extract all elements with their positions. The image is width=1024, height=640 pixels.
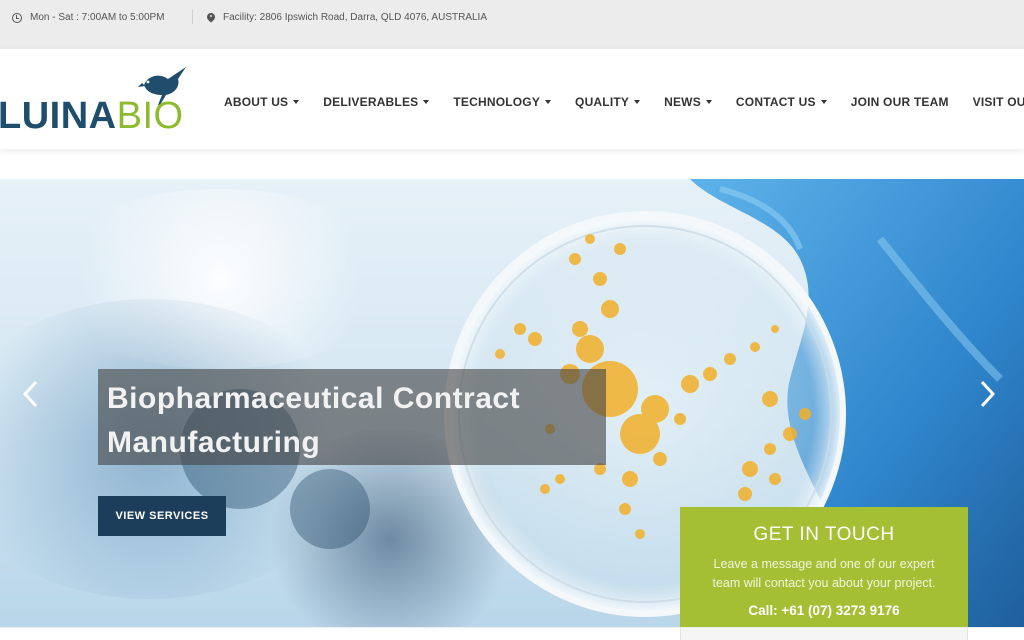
opening-hours-text: Mon - Sat : 7:00AM to 5:00PM (30, 12, 165, 23)
nav-label: VISIT OUR VIRT (972, 95, 1024, 109)
luina-bio-logo[interactable]: LUINABIO (0, 65, 200, 138)
nav-item-technology[interactable]: TECHNOLOGY (453, 95, 552, 109)
page-content-start (0, 627, 1024, 640)
caret-down-icon (820, 100, 827, 104)
chevron-left-icon[interactable] (20, 379, 40, 409)
caret-down-icon (705, 100, 712, 104)
caret-down-icon (545, 100, 552, 104)
hero-caption: Biopharmaceutical Contract Manufacturing (98, 369, 606, 465)
chevron-right-icon[interactable] (978, 379, 998, 409)
opening-hours: Mon - Sat : 7:00AM to 5:00PM (12, 12, 165, 23)
nav-item-news[interactable]: NEWS (664, 95, 712, 109)
get-in-touch-panel[interactable]: GET IN TOUCH Leave a message and one of … (680, 507, 968, 627)
caret-down-icon (293, 100, 300, 104)
view-services-button[interactable]: VIEW SERVICES (98, 496, 226, 536)
divider (192, 10, 193, 24)
nav-label: ABOUT US (224, 95, 289, 109)
logo-text-luina: LUINA (0, 95, 117, 137)
nav-item-contact-us[interactable]: CONTACT US (736, 95, 827, 109)
facility-address-text: Facility: 2806 Ipswich Road, Darra, QLD … (223, 12, 488, 23)
touch-panel-card (680, 628, 968, 640)
caret-down-icon (423, 100, 430, 104)
nav-label: TECHNOLOGY (453, 95, 541, 109)
nav-label: DELIVERABLES (323, 95, 419, 109)
nav-label: QUALITY (575, 95, 630, 109)
nav-label: NEWS (664, 95, 701, 109)
logo-wordmark: LUINABIO (0, 95, 184, 138)
hero-title-line1: Biopharmaceutical Contract (107, 382, 521, 415)
site-header: LUINABIO ABOUT US DELIVERABLES TECHNOLOG… (0, 49, 1024, 149)
get-in-touch-text: Leave a message and one of our expert te… (680, 555, 968, 593)
hero-title-line2: Manufacturing (107, 426, 321, 459)
top-info-bar: Mon - Sat : 7:00AM to 5:00PM Facility: 2… (0, 0, 1024, 49)
main-nav: ABOUT US DELIVERABLES TECHNOLOGY QUALITY… (224, 95, 1024, 109)
get-in-touch-heading: GET IN TOUCH (753, 524, 895, 545)
phone-number-link[interactable]: Call: +61 (07) 3273 9176 (680, 603, 968, 618)
logo-text-bio: BIO (116, 95, 184, 137)
nav-item-visit-our-virtual[interactable]: VISIT OUR VIRT (973, 95, 1024, 109)
nav-label: CONTACT US (735, 95, 816, 109)
caret-down-icon (634, 100, 641, 104)
facility-address: Facility: 2806 Ipswich Road, Darra, QLD … (207, 12, 487, 23)
clock-icon (12, 12, 22, 23)
nav-item-about-us[interactable]: ABOUT US (224, 95, 300, 109)
nav-label: JOIN OUR TEAM (850, 95, 949, 109)
nav-item-join-our-team[interactable]: JOIN OUR TEAM (851, 95, 949, 109)
map-pin-icon (207, 13, 215, 23)
get-in-touch-line2: team will contact you about your project… (712, 576, 936, 590)
get-in-touch-line1: Leave a message and one of our expert (713, 557, 935, 571)
nav-item-deliverables[interactable]: DELIVERABLES (323, 95, 430, 109)
nav-item-quality[interactable]: QUALITY (575, 95, 641, 109)
